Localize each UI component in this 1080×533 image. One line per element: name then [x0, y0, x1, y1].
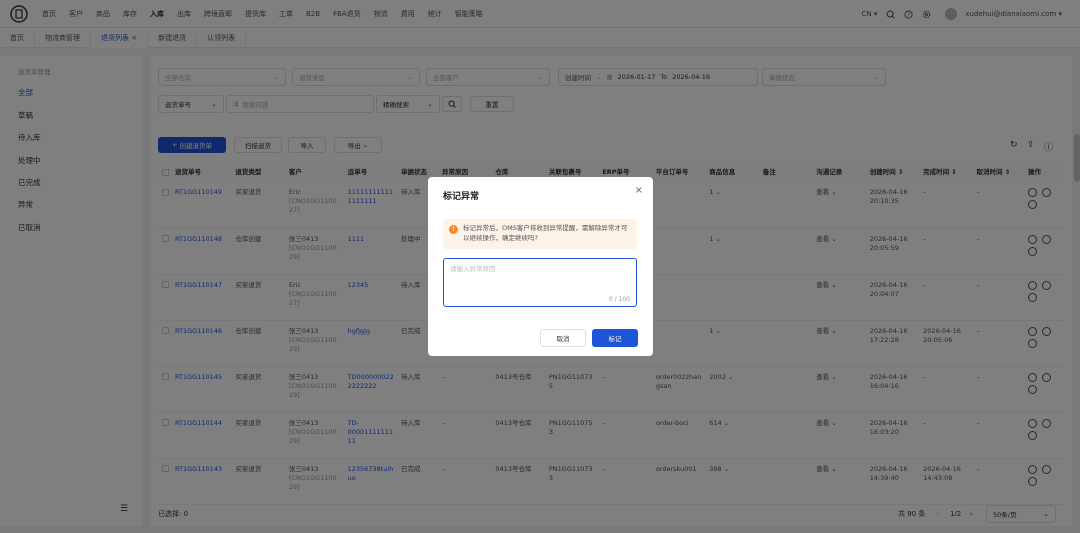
cancel-button[interactable]: 取消 — [540, 329, 586, 347]
abnormal-reason-input[interactable]: 请输入异常原因 0 / 100 — [443, 258, 637, 307]
warning-icon: ! — [449, 225, 458, 234]
char-counter: 0 / 100 — [608, 296, 630, 303]
confirm-mark-button[interactable]: 标记 — [592, 329, 638, 347]
close-icon[interactable]: × — [635, 185, 643, 196]
warning-text: 标记异常后，OMS客户将收到异常提醒，需解除异常才可以继续操作，确定继续吗? — [463, 224, 628, 242]
abnormal-reason-placeholder: 请输入异常原因 — [450, 265, 496, 273]
warning-alert: ! 标记异常后，OMS客户将收到异常提醒，需解除异常才可以继续操作，确定继续吗? — [443, 219, 637, 249]
mark-abnormal-dialog: 标记异常 × ! 标记异常后，OMS客户将收到异常提醒，需解除异常才可以继续操作… — [428, 177, 653, 356]
dialog-title: 标记异常 — [443, 192, 480, 202]
